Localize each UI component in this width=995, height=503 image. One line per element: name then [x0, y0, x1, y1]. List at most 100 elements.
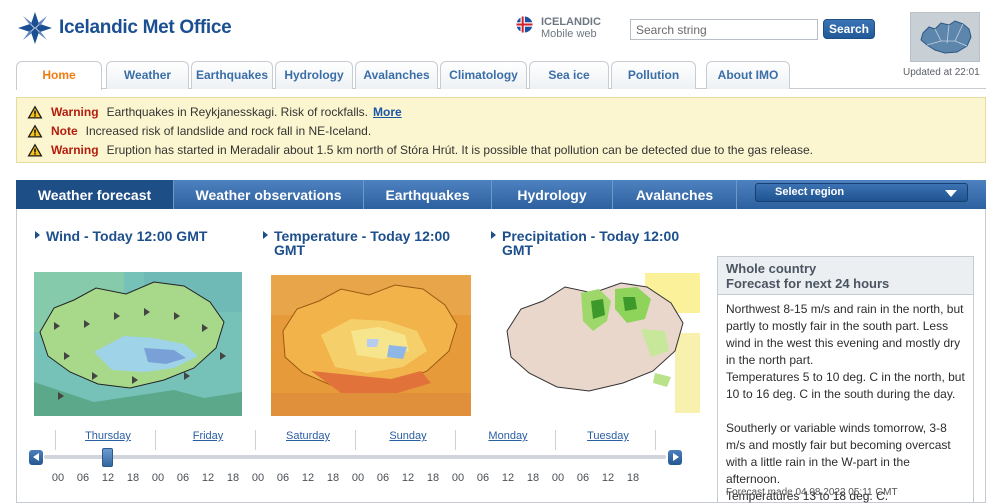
- imo-logo-icon: [18, 12, 52, 44]
- day-link[interactable]: Saturday: [258, 430, 358, 442]
- alert-message: Eruption has started in Meradalir about …: [106, 143, 813, 157]
- timeline-hour[interactable]: 06: [173, 472, 193, 484]
- temperature-map-title[interactable]: Temperature - Today 12:00 GMT: [263, 229, 450, 257]
- text-forecast-body: Northwest 8-15 m/s and rain in the north…: [718, 295, 973, 503]
- alert-item: Warning Eruption has started in Meradali…: [27, 141, 813, 159]
- day-separator: [155, 430, 156, 450]
- wind-title-text: Wind - Today 12:00 GMT: [46, 228, 208, 244]
- timeline-hour[interactable]: 18: [123, 472, 143, 484]
- day-link[interactable]: Thursday: [58, 430, 158, 442]
- main-nav: Home Weather Earthquakes Hydrology Avala…: [16, 61, 986, 90]
- wind-map[interactable]: [34, 272, 242, 416]
- timeline-hour[interactable]: 12: [298, 472, 318, 484]
- day-separator: [255, 430, 256, 450]
- timeline-hour[interactable]: 06: [573, 472, 593, 484]
- tab-home[interactable]: Home: [16, 61, 102, 90]
- wind-map-title[interactable]: Wind - Today 12:00 GMT: [35, 229, 207, 243]
- temperature-map-image: [271, 275, 471, 416]
- alert-item: Warning Earthquakes in Reykjanesskagi. R…: [27, 103, 402, 121]
- tab-avalanches-panel[interactable]: Avalanches: [613, 180, 737, 209]
- iceland-flag-icon: [516, 16, 533, 33]
- timeline-hours: 00 06 12 18 00 06 12 18 00 06 12 18 00 06 12 18 00 06 12 18…: [48, 472, 668, 486]
- language-sub: Mobile web: [541, 28, 597, 40]
- timeline-next-button[interactable]: [668, 450, 682, 465]
- forecast-period-title: Forecast for next 24 hours: [726, 276, 890, 291]
- timeline-hour[interactable]: 06: [273, 472, 293, 484]
- precipitation-map-title[interactable]: Precipitation - Today 12:00 GMT: [491, 229, 679, 257]
- timeline-hour[interactable]: 18: [323, 472, 343, 484]
- timeline-hour[interactable]: 12: [198, 472, 218, 484]
- wind-map-image: [34, 272, 242, 416]
- arrow-right-icon: [673, 453, 679, 461]
- timeline-hour[interactable]: 18: [523, 472, 543, 484]
- alert-more-link[interactable]: More: [373, 105, 402, 119]
- forecast-region-title: Whole country: [726, 261, 817, 276]
- timeline-hour[interactable]: 18: [423, 472, 443, 484]
- tab-weather-observations[interactable]: Weather observations: [174, 180, 364, 209]
- timeline-days: Thursday Friday Saturday Sunday Monday T…: [55, 430, 660, 450]
- tab-pollution[interactable]: Pollution: [611, 61, 696, 89]
- tab-hydrology-panel[interactable]: Hydrology: [492, 180, 613, 209]
- search-button[interactable]: Search: [823, 19, 875, 39]
- timeline-hour[interactable]: 12: [98, 472, 118, 484]
- search-input[interactable]: [630, 19, 818, 40]
- timeline-hour[interactable]: 00: [148, 472, 168, 484]
- tab-hydrology[interactable]: Hydrology: [275, 61, 353, 89]
- timeline-prev-button[interactable]: [29, 450, 43, 465]
- day-separator: [455, 430, 456, 450]
- warning-icon: [27, 105, 43, 119]
- alerts-box: Warning Earthquakes in Reykjanesskagi. R…: [16, 97, 986, 163]
- day-link[interactable]: Tuesday: [558, 430, 658, 442]
- warning-icon: [27, 143, 43, 157]
- forecast-made-time: Forecast made 04.08.2022 05:11 GMT: [726, 487, 898, 498]
- day-link[interactable]: Monday: [458, 430, 558, 442]
- forecast-paragraph: Northwest 8-15 m/s and rain in the north…: [726, 302, 964, 367]
- tab-sea-ice[interactable]: Sea ice: [529, 61, 609, 89]
- bullet-arrow-icon: [263, 231, 268, 239]
- tab-climatology[interactable]: Climatology: [440, 61, 527, 89]
- precipitation-map[interactable]: [495, 273, 700, 416]
- timeline-hour[interactable]: 12: [598, 472, 618, 484]
- alert-kind: Warning: [51, 105, 99, 119]
- language-label: ICELANDIC: [541, 16, 601, 28]
- bullet-arrow-icon: [35, 231, 40, 239]
- timeline-hour[interactable]: 06: [73, 472, 93, 484]
- tab-earthquakes[interactable]: Earthquakes: [191, 61, 273, 89]
- timeline-handle[interactable]: [102, 448, 113, 467]
- tab-about-imo[interactable]: About IMO: [706, 61, 790, 89]
- timeline-hour[interactable]: 18: [223, 472, 243, 484]
- tab-weather-forecast[interactable]: Weather forecast: [16, 180, 174, 209]
- logo[interactable]: Icelandic Met Office: [17, 11, 232, 45]
- text-forecast-header: Whole country Forecast for next 24 hours: [718, 257, 973, 295]
- tab-avalanches[interactable]: Avalanches: [355, 61, 438, 89]
- timeline-track[interactable]: [44, 455, 666, 459]
- day-separator: [55, 430, 56, 450]
- temp-title-text-2: GMT: [274, 242, 306, 258]
- page: Icelandic Met Office ICELANDIC Mobile we…: [0, 0, 995, 503]
- alert-kind: Warning: [51, 143, 99, 157]
- mini-map[interactable]: [910, 12, 980, 62]
- timeline-hour[interactable]: 06: [473, 472, 493, 484]
- temperature-map[interactable]: [271, 275, 471, 416]
- arrow-left-icon: [33, 453, 39, 461]
- timeline-hour[interactable]: 12: [498, 472, 518, 484]
- site-title: Icelandic Met Office: [59, 17, 232, 38]
- alert-item: Note Increased risk of landslide and roc…: [27, 122, 371, 140]
- tab-earthquakes-panel[interactable]: Earthquakes: [364, 180, 492, 209]
- forecast-paragraph: Temperatures 5 to 10 deg. C in the north…: [726, 370, 965, 401]
- timeline-hour[interactable]: 00: [548, 472, 568, 484]
- day-separator: [655, 430, 656, 450]
- timeline-hour[interactable]: 00: [248, 472, 268, 484]
- tab-weather[interactable]: Weather: [106, 61, 189, 89]
- timeline-hour[interactable]: 06: [373, 472, 393, 484]
- iceland-map-icon: [920, 20, 972, 54]
- region-select[interactable]: Select region: [755, 183, 968, 202]
- timeline-hour[interactable]: 00: [448, 472, 468, 484]
- timeline-hour[interactable]: 00: [348, 472, 368, 484]
- timeline-hour[interactable]: 12: [398, 472, 418, 484]
- day-link[interactable]: Sunday: [358, 430, 458, 442]
- timeline-hour[interactable]: 00: [48, 472, 68, 484]
- language-switch[interactable]: ICELANDIC Mobile web: [516, 16, 601, 40]
- timeline-hour[interactable]: 18: [623, 472, 643, 484]
- day-link[interactable]: Friday: [158, 430, 258, 442]
